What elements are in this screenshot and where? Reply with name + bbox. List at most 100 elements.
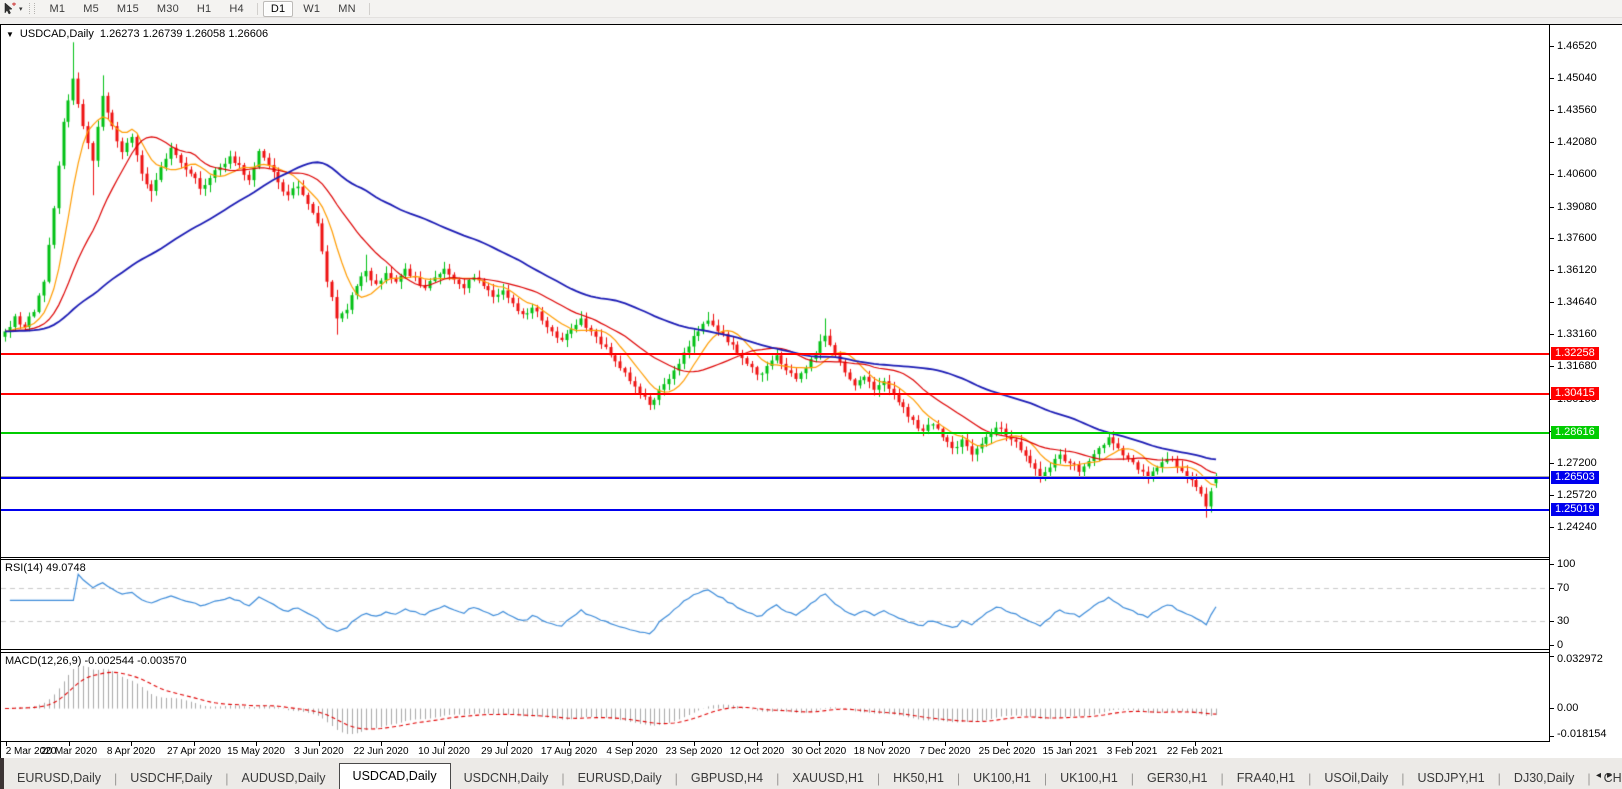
price-1.46520-tick (1550, 46, 1554, 47)
date-axis-label: 8 Apr 2020 (106, 746, 156, 757)
date-axis-label: 30 Oct 2020 (791, 746, 847, 757)
price-axis-label: 1.43560 (1557, 104, 1597, 116)
support-resistance-line-1.28616-price-label: 1.28616 (1551, 426, 1599, 439)
tab-usdchf-daily[interactable]: USDCHF,Daily (117, 767, 225, 789)
timeframe-button-m1[interactable]: M1 (42, 1, 74, 17)
toolbar-separator (256, 2, 258, 15)
toolbar-grip (28, 3, 35, 14)
tab-usdcnh-daily[interactable]: USDCNH,Daily (451, 767, 562, 789)
date-axis-label: 3 Jun 2020 (294, 746, 344, 757)
timeframe-button-d1[interactable]: D1 (262, 0, 294, 17)
price-1.31680-tick (1550, 366, 1554, 367)
price-axis-label: 1.36120 (1557, 264, 1597, 276)
price-1.40600-tick (1550, 174, 1554, 175)
date-axis-label: 7 Dec 2020 (919, 746, 971, 757)
tab-dj30-daily[interactable]: DJ30,Daily (1501, 767, 1587, 789)
tab-scroll-left-icon[interactable]: ◂ (1596, 770, 1607, 781)
rsi-pane[interactable]: RSI(14) 49.0748 (1, 559, 1549, 650)
tab-uk100-h1[interactable]: UK100,H1 (1047, 767, 1131, 789)
price-1.43560-tick (1550, 110, 1554, 111)
macd-axis-zero-label: 0.00 (1557, 702, 1579, 714)
tab-gbpusd-h4[interactable]: GBPUSD,H4 (678, 767, 776, 789)
rsi-70-tick (1550, 588, 1554, 589)
support-resistance-line-1.30415[interactable] (1, 393, 1549, 395)
macd-pane[interactable]: MACD(12,26,9) -0.002544 -0.003570 (1, 652, 1549, 742)
toolbar-separator (368, 2, 370, 15)
tab-eurusd-daily[interactable]: EURUSD,Daily (4, 767, 114, 789)
date-axis-label: 29 Jul 2020 (481, 746, 533, 757)
price-axis-label: 1.39080 (1557, 201, 1597, 213)
chart-window: ▼ USDCAD,Daily 1.26273 1.26739 1.26058 1… (0, 24, 1622, 759)
price-axis-label: 1.46520 (1557, 40, 1597, 52)
tab-xauusd-h1[interactable]: XAUUSD,H1 (779, 767, 877, 789)
date-axis-label: 22 Jun 2020 (353, 746, 409, 757)
rsi-axis-label: 0 (1557, 639, 1564, 651)
tab-usoil-daily[interactable]: USOil,Daily (1311, 767, 1401, 789)
rsi-axis-label: 30 (1557, 615, 1570, 627)
date-axis-label: 18 Nov 2020 (853, 746, 911, 757)
tab-fra40-h1[interactable]: FRA40,H1 (1224, 767, 1308, 789)
rsi-canvas[interactable] (1, 560, 1549, 649)
support-resistance-line-1.26503[interactable] (1, 477, 1549, 479)
rsi-label: RSI(14) 49.0748 (5, 562, 86, 574)
date-axis-label: 22 Feb 2021 (1166, 746, 1224, 757)
date-axis-label: 25 Dec 2020 (978, 746, 1036, 757)
support-resistance-line-1.32258[interactable] (1, 353, 1549, 355)
timeframe-toolbar: ▾ M1 M5 M15 M30 H1 H4 D1 W1 MN (0, 0, 1622, 18)
price-1.37600-tick (1550, 238, 1554, 239)
timeframe-button-m15[interactable]: M15 (109, 1, 147, 17)
macd-label: MACD(12,26,9) -0.002544 -0.003570 (5, 655, 187, 667)
macd-axis-bottom-label: -0.018154 (1557, 728, 1607, 740)
timeframe-button-m5[interactable]: M5 (75, 1, 107, 17)
price-axis[interactable]: 1.32258 1.30415 1.28616 1.26503 1.25019 1.465… (1550, 25, 1622, 758)
date-axis-label: 17 Aug 2020 (540, 746, 598, 757)
tab-audusd-daily[interactable]: AUDUSD,Daily (229, 767, 339, 789)
tab-usdcad-daily[interactable]: USDCAD,Daily (338, 763, 451, 789)
rsi-30-tick (1550, 621, 1554, 622)
support-resistance-line-1.30415-price-label: 1.30415 (1551, 387, 1599, 400)
timeframe-button-m30[interactable]: M30 (149, 1, 187, 17)
date-axis-label: 10 Jul 2020 (418, 746, 470, 757)
price-1.39080-tick (1550, 207, 1554, 208)
price-axis-label: 1.40600 (1557, 168, 1597, 180)
price-1.33160-tick (1550, 334, 1554, 335)
date-axis-label: 15 May 2020 (227, 746, 285, 757)
date-axis-label: 20 Mar 2020 (40, 746, 98, 757)
macd-top-tick (1550, 656, 1554, 657)
collapse-caret-icon[interactable]: ▼ (6, 30, 14, 39)
chart-pointer-icon[interactable] (3, 2, 17, 15)
timeframe-button-h1[interactable]: H1 (189, 1, 219, 17)
tab-scroll-right-icon[interactable]: ▸ (1607, 770, 1618, 781)
chevron-down-icon[interactable]: ▾ (19, 5, 23, 13)
date-axis-label: 23 Sep 2020 (665, 746, 723, 757)
macd-canvas[interactable] (1, 653, 1549, 741)
macd-bottom-tick (1550, 736, 1554, 737)
support-resistance-line-1.28616[interactable] (1, 432, 1549, 434)
price-1.45040-tick (1550, 78, 1554, 79)
price-axis-label: 1.27200 (1557, 457, 1597, 469)
rsi-axis-label: 70 (1557, 582, 1570, 594)
price-axis-label: 1.33160 (1557, 328, 1597, 340)
rsi-axis-label: 100 (1557, 558, 1576, 570)
date-axis[interactable]: 2 Mar 2020 20 Mar 2020 8 Apr 2020 27 Apr 20… (1, 742, 1549, 758)
price-1.36120-tick (1550, 270, 1554, 271)
tab-usdjpy-h1[interactable]: USDJPY,H1 (1405, 767, 1498, 789)
support-resistance-line-1.25019[interactable] (1, 509, 1549, 511)
price-axis-label: 1.25720 (1557, 489, 1597, 501)
tab-ger30-h1[interactable]: GER30,H1 (1134, 767, 1220, 789)
symbol-tab-bar: EURUSD,Daily | USDCHF,Daily | AUDUSD,Daily US… (0, 758, 1622, 789)
chart-ohlc-values: 1.26273 1.26739 1.26058 1.26606 (99, 28, 269, 40)
price-1.34640-tick (1550, 302, 1554, 303)
tab-uk100-h1[interactable]: UK100,H1 (960, 767, 1044, 789)
main-chart-pane[interactable]: ▼ USDCAD,Daily 1.26273 1.26739 1.26058 1… (1, 25, 1549, 558)
tab-hk50-h1[interactable]: HK50,H1 (880, 767, 957, 789)
tab-eurusd-daily[interactable]: EURUSD,Daily (565, 767, 675, 789)
tab-scroll-arrows[interactable]: ◂▸ (1596, 770, 1618, 781)
date-axis-label: 4 Sep 2020 (606, 746, 658, 757)
timeframe-button-w1[interactable]: W1 (295, 1, 328, 17)
price-axis-label: 1.31680 (1557, 360, 1597, 372)
timeframe-button-mn[interactable]: MN (330, 1, 364, 17)
support-resistance-line-1.25019-price-label: 1.25019 (1551, 503, 1599, 516)
price-1.24240-tick (1550, 527, 1554, 528)
timeframe-button-h4[interactable]: H4 (221, 1, 251, 17)
